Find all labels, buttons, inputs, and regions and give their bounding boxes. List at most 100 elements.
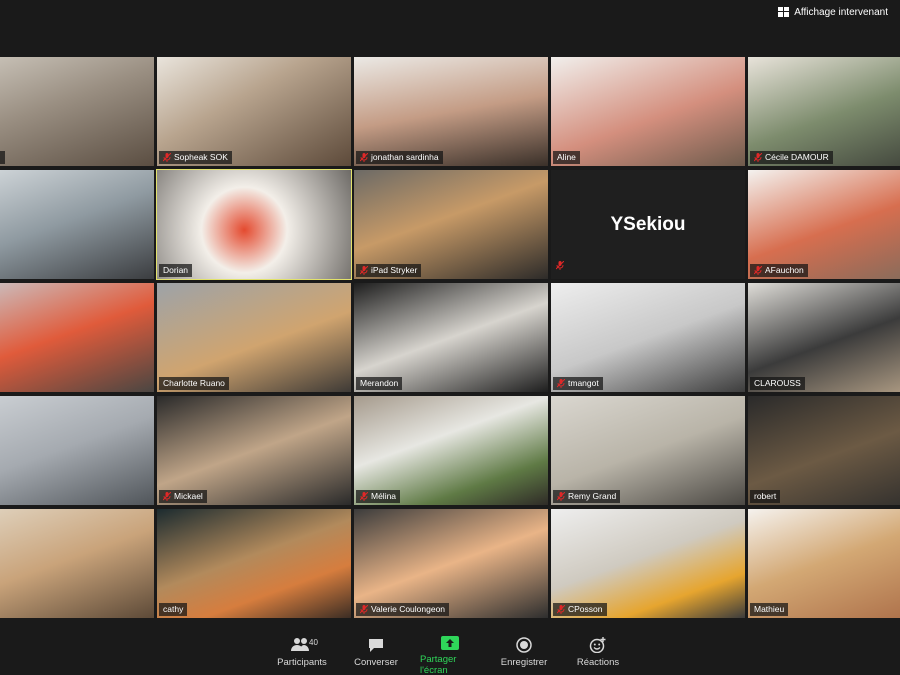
muted-mic-icon [359, 491, 369, 501]
video-feed [157, 509, 351, 618]
video-tile[interactable]: CPosson [551, 509, 745, 618]
participant-name-tag: CPosson [553, 603, 607, 616]
participant-name: Valerie Coulongeon [371, 604, 446, 614]
video-tile[interactable]: CLAROUSS [748, 283, 900, 392]
participants-count: 40 [309, 638, 318, 647]
muted-mic-icon [359, 604, 369, 614]
video-tile[interactable]: Dorian [156, 169, 352, 280]
video-grid: Giudicelli Sopheak SOK jonathan sardinha Al… [0, 57, 900, 618]
participants-button[interactable]: 40 Participants [272, 628, 332, 675]
video-feed [0, 509, 154, 618]
chat-label: Converser [354, 657, 398, 668]
share-screen-icon [441, 636, 459, 651]
video-tile[interactable]: robert [748, 396, 900, 505]
record-button[interactable]: Enregistrer [494, 628, 554, 675]
participant-name-tag: jonathan sardinha [356, 151, 443, 164]
video-tile[interactable]: ment [0, 283, 154, 392]
reactions-button[interactable]: Réactions [568, 628, 628, 675]
participant-name: iPad Stryker [371, 265, 418, 275]
video-feed [748, 509, 900, 618]
participant-name-tag: Sopheak SOK [159, 151, 232, 164]
video-feed [354, 170, 548, 279]
participant-name: Merandon [360, 378, 399, 388]
video-feed [157, 57, 351, 166]
participant-name: cathy [163, 604, 184, 614]
muted-mic-icon [162, 152, 172, 162]
participant-name: CPosson [568, 604, 603, 614]
video-feed [748, 283, 900, 392]
video-tile[interactable]: Sopheak SOK [157, 57, 351, 166]
video-feed [551, 57, 745, 166]
muted-mic-icon [556, 491, 566, 501]
video-tile[interactable] [0, 170, 154, 279]
video-tile[interactable]: Mickael [157, 396, 351, 505]
speaker-view-label: Affichage intervenant [794, 6, 888, 18]
muted-mic-icon [162, 491, 172, 501]
participant-name-tag: Aline [553, 151, 580, 164]
participant-name-tag: Mathieu [750, 603, 789, 616]
video-tile[interactable]: AFauchon [748, 170, 900, 279]
video-feed [551, 283, 745, 392]
participant-name: AFauchon [765, 265, 804, 275]
speaker-view-button[interactable]: Affichage intervenant [772, 3, 894, 21]
video-tile[interactable]: cathy [157, 509, 351, 618]
video-tile[interactable]: Mélina [354, 396, 548, 505]
video-tile[interactable]: jonathan sardinha [354, 57, 548, 166]
video-tile[interactable]: Merandon [354, 283, 548, 392]
video-feed [748, 396, 900, 505]
video-tile[interactable]: iPad Stryker [354, 170, 548, 279]
muted-mic-icon [556, 604, 566, 614]
reactions-label: Réactions [576, 657, 620, 668]
participant-name-tag: Merandon [356, 377, 403, 390]
video-feed [0, 170, 154, 279]
participant-name: Giudicelli [0, 152, 1, 163]
video-feed [0, 396, 154, 505]
video-feed [551, 396, 745, 505]
top-bar: Affichage intervenant [0, 0, 900, 56]
video-feed [0, 57, 154, 166]
share-screen-label: Partager l'écran [420, 654, 457, 675]
video-feed [157, 396, 351, 505]
grid-view-icon [778, 7, 790, 17]
participant-name: Remy Grand [568, 491, 617, 501]
video-tile[interactable]: tmangot [551, 283, 745, 392]
meeting-window: Affichage intervenant Giudicelli Sopheak … [0, 0, 900, 675]
video-tile[interactable]: Giudicelli [0, 57, 154, 166]
video-tile[interactable]: Aline [551, 57, 745, 166]
video-feed [354, 509, 548, 618]
video-tile[interactable] [0, 509, 154, 618]
participants-label: Participants [277, 657, 327, 668]
muted-mic-icon [555, 257, 565, 275]
share-screen-button[interactable]: Partager l'écran [420, 628, 480, 675]
video-tile[interactable]: Mathieu [748, 509, 900, 618]
muted-mic-icon [753, 265, 763, 275]
chat-icon [368, 636, 384, 654]
chat-button[interactable]: Converser [346, 628, 406, 675]
video-tile[interactable] [0, 396, 154, 505]
participant-name-tag: robert [750, 490, 781, 503]
participant-name: Sopheak SOK [174, 152, 228, 162]
record-icon [516, 636, 532, 654]
participant-name: Cécile DAMOUR [765, 152, 829, 162]
participant-name: Dorian [163, 265, 189, 275]
video-tile[interactable]: Charlotte Ruano [157, 283, 351, 392]
record-label: Enregistrer [500, 657, 548, 668]
muted-mic-icon [556, 378, 566, 388]
video-tile[interactable]: Remy Grand [551, 396, 745, 505]
participant-name-tag: Dorian [159, 264, 193, 277]
participant-name-tag: iPad Stryker [356, 264, 422, 277]
participant-name: Charlotte Ruano [163, 378, 225, 388]
video-feed [354, 57, 548, 166]
participant-name: CLAROUSS [754, 378, 801, 388]
video-tile[interactable]: Cécile DAMOUR [748, 57, 900, 166]
video-feed [748, 57, 900, 166]
video-tile[interactable]: YSekiou [551, 170, 745, 279]
video-feed [157, 283, 351, 392]
video-tile[interactable]: Valerie Coulongeon [354, 509, 548, 618]
participant-name-tag: Charlotte Ruano [159, 377, 229, 390]
participant-name-tag: cathy [159, 603, 188, 616]
participant-name-tag: Cécile DAMOUR [750, 151, 833, 164]
video-feed [157, 170, 351, 279]
video-feed [748, 170, 900, 279]
participant-name-tag: Mélina [356, 490, 401, 503]
